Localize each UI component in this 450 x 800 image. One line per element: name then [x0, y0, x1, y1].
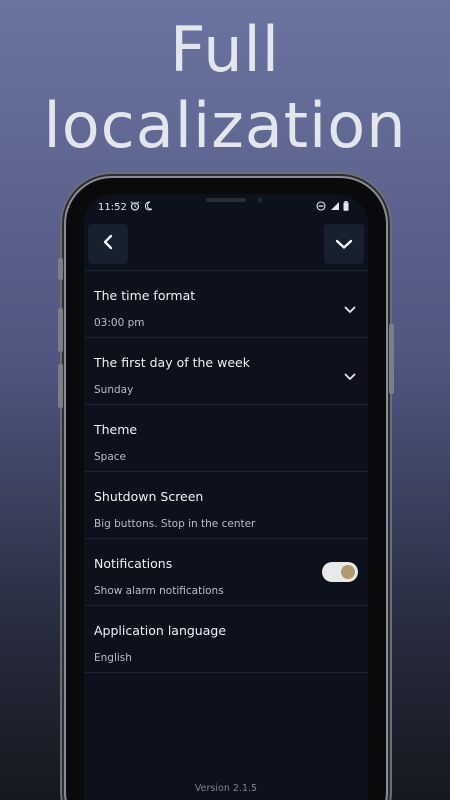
- setting-first-day[interactable]: The first day of the week Sunday: [84, 338, 368, 405]
- setting-title: Theme: [94, 422, 138, 437]
- setting-value: 03:00 pm: [94, 317, 145, 329]
- setting-title: The time format: [94, 288, 196, 303]
- setting-notifications[interactable]: Notifications Show alarm notifications: [84, 539, 368, 606]
- setting-value: Big buttons. Stop in the center: [94, 518, 256, 530]
- dnd-icon: [316, 201, 326, 214]
- setting-value: Sunday: [94, 384, 134, 396]
- chevron-left-icon: [101, 234, 115, 254]
- back-button[interactable]: [88, 224, 128, 264]
- promo-title-line-2: localization: [43, 89, 407, 162]
- moon-icon: [144, 201, 153, 214]
- phone-speaker: [206, 198, 246, 202]
- phone-side-button-left-low: [58, 364, 63, 408]
- chevron-down-icon[interactable]: [344, 299, 356, 318]
- setting-theme[interactable]: Theme Space: [84, 405, 368, 472]
- signal-icon: [330, 201, 340, 214]
- phone-camera: [256, 196, 264, 204]
- version-label: Version 2.1.5: [194, 783, 258, 794]
- setting-value: Space: [94, 451, 126, 463]
- battery-icon: [343, 201, 349, 214]
- chevron-down-icon: [335, 235, 353, 254]
- setting-value: English: [94, 652, 132, 664]
- promo-title-line-1: Full: [169, 13, 281, 86]
- top-app-bar: [84, 224, 368, 270]
- setting-application-language[interactable]: Application language English: [84, 606, 368, 673]
- settings-list: The time format 03:00 pm The first day o…: [84, 270, 368, 673]
- toggle-knob: [341, 565, 355, 579]
- setting-title: Shutdown Screen: [94, 489, 204, 504]
- setting-value: Show alarm notifications: [94, 585, 224, 597]
- collapse-button[interactable]: [324, 224, 364, 264]
- phone-side-button-right: [389, 324, 394, 394]
- status-bar: 11:52: [84, 194, 368, 220]
- setting-time-format[interactable]: The time format 03:00 pm: [84, 271, 368, 338]
- phone-side-button-left-mid: [58, 308, 63, 352]
- phone-side-button-left-top: [58, 258, 63, 280]
- setting-shutdown-screen[interactable]: Shutdown Screen Big buttons. Stop in the…: [84, 472, 368, 539]
- notifications-toggle[interactable]: [322, 562, 358, 582]
- setting-title: Notifications: [94, 556, 173, 571]
- status-time: 11:52: [98, 202, 127, 213]
- alarm-icon: [130, 201, 140, 214]
- app-screen: 11:52 The time format 03:00 pm The first…: [84, 194, 368, 800]
- phone-frame: 11:52 The time format 03:00 pm The first…: [58, 178, 394, 800]
- chevron-down-icon[interactable]: [344, 366, 356, 385]
- setting-title: Application language: [94, 623, 227, 638]
- setting-title: The first day of the week: [94, 355, 250, 370]
